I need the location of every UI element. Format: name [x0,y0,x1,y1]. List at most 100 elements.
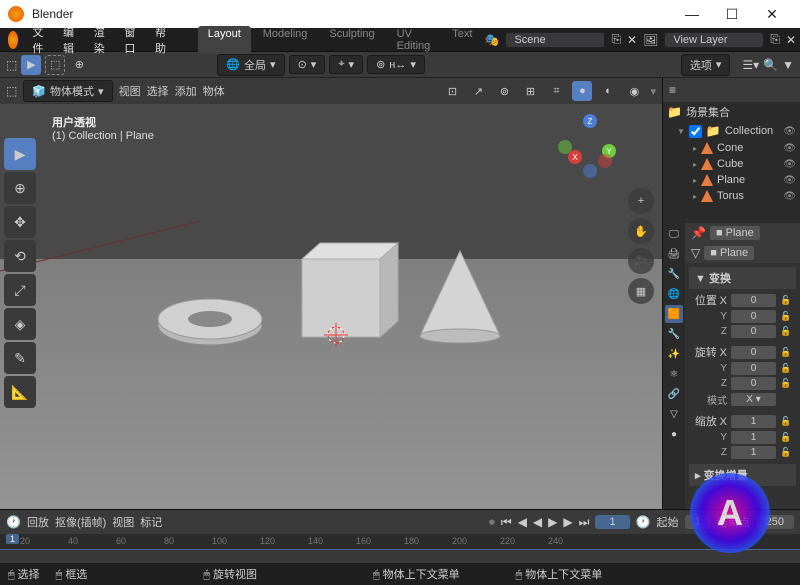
scene-collection-row[interactable]: 📁 场景集合 [663,102,800,122]
scene-selector[interactable]: Scene [505,32,605,48]
select-tool-icon[interactable]: ⬚ [45,55,65,75]
maximize-button[interactable]: ☐ [712,0,752,28]
viewlayer-selector[interactable]: View Layer [664,32,764,48]
clock-icon[interactable]: 🕐 [636,515,651,529]
ptab-scene[interactable]: 🔧 [665,265,683,283]
pan-button[interactable]: ✋ [628,218,654,244]
overlay-toggle-icon[interactable]: ⊚ [494,81,514,101]
editor-type-3d-icon[interactable]: ⬚ [6,84,17,98]
pivot-dropdown[interactable]: ⊙▾ [289,55,326,74]
shading-wireframe-icon[interactable]: ⌗ [546,81,566,101]
lock-icon[interactable]: 🔓 [780,416,792,427]
perspective-button[interactable]: ▦ [628,278,654,304]
menu-render[interactable]: 渲染 [86,22,115,58]
collection-row[interactable]: ▼ 📁 Collection 👁 [663,122,800,140]
lock-icon[interactable]: 🔓 [780,447,792,458]
shading-solid-icon[interactable]: ● [572,81,592,101]
active-object-chip[interactable]: ■ Plane [710,226,760,240]
outliner-item[interactable]: ▸Cube👁 [663,156,800,172]
transform-section-header[interactable]: ▼ 变换 [689,267,796,289]
axis-neg-x[interactable] [598,154,612,168]
menu-select[interactable]: 选择 [147,83,169,99]
outliner-item[interactable]: ▸Torus👁 [663,188,800,204]
visibility-toggle[interactable]: 👁 [783,175,796,186]
axis-z[interactable]: Z [583,114,597,128]
layer-icon[interactable]: 🖼 [643,33,658,47]
playhead[interactable]: 1 [6,534,19,544]
tab-text[interactable]: Text [442,26,482,54]
3d-viewport[interactable]: ⬚ 🧊物体模式▾ 视图 选择 添加 物体 ⊡ ↗ ⊚ ⊞ ⌗ ● ◐ ◉ ▾ ▶… [0,78,662,509]
scale-tool[interactable]: ⤢ [4,274,36,306]
visibility-toggle[interactable]: 👁 [783,191,796,202]
timeline-track[interactable] [0,550,800,564]
select-visible-icon[interactable]: ⊡ [442,81,462,101]
menu-help[interactable]: 帮助 [147,22,176,58]
lock-icon[interactable]: 🔓 [780,378,792,389]
ptab-particles[interactable]: ✨ [665,345,683,363]
move-tool[interactable]: ✥ [4,206,36,238]
mode-dropdown[interactable]: 🧊物体模式▾ [23,80,112,102]
axis-neg-z[interactable] [583,164,597,178]
menu-view[interactable]: 视图 [119,83,141,99]
ptab-modifiers[interactable]: 🔧 [665,325,683,343]
menu-add[interactable]: 添加 [175,83,197,99]
axis-x[interactable]: X [568,150,582,164]
scene-delete-icon[interactable]: ✕ [627,33,637,47]
pin-icon[interactable]: 📌 [691,226,706,240]
tl-playback[interactable]: 回放 [27,514,49,530]
play-icon[interactable]: ▶ [548,515,557,529]
orientation-dropdown[interactable]: 🌐全局▾ [217,54,284,76]
ptab-data[interactable]: ▽ [665,405,683,423]
tl-keying[interactable]: 抠像(插帧) [55,514,106,530]
lock-icon[interactable]: 🔓 [780,311,792,322]
loc-z-field[interactable]: 0 [731,325,776,338]
nav-gizmo[interactable]: Z X Y [558,114,622,178]
expand-icon[interactable]: ▸ [693,176,697,185]
scale-x-field[interactable]: 1 [731,415,776,428]
outliner-item[interactable]: ▸Plane👁 [663,172,800,188]
axis-neg-y[interactable] [558,140,572,154]
visibility-toggle[interactable]: 👁 [783,126,796,137]
funnel-icon[interactable]: ▼ [782,58,794,72]
zoom-button[interactable]: + [628,188,654,214]
lock-icon[interactable]: 🔓 [780,326,792,337]
menu-edit[interactable]: 编辑 [55,22,84,58]
expand-icon[interactable]: ▸ [693,160,697,169]
ptab-physics[interactable]: ⚛ [665,365,683,383]
transform-tool[interactable]: ◈ [4,308,36,340]
shading-rendered-icon[interactable]: ◉ [624,81,644,101]
outliner[interactable]: ≡ 📁 场景集合 ▼ 📁 Collection 👁 ▸Cone👁▸Cube👁▸P… [663,78,800,223]
menu-file[interactable]: 文件 [24,22,53,58]
xray-toggle-icon[interactable]: ⊞ [520,81,540,101]
annotate-tool-icon[interactable]: ⊕ [69,55,89,75]
ptab-render[interactable]: 🖵 [665,225,683,243]
loc-y-field[interactable]: 0 [731,310,776,323]
filter-icon[interactable]: ☰▾ [742,58,759,72]
scene-new-icon[interactable]: ⎘ [611,32,621,47]
browse-scene-icon[interactable]: 🎭 [484,33,499,47]
cursor-tool[interactable]: ⊕ [4,172,36,204]
timeline-ruler[interactable]: 1 20406080100120140160180200220240 [0,534,800,550]
loc-x-field[interactable]: 0 [731,294,776,307]
jump-next-icon[interactable]: ▶ [563,515,572,529]
snap-dropdown[interactable]: ⌖▾ [329,55,363,74]
minimize-button[interactable]: — [672,0,712,28]
tab-layout[interactable]: Layout [198,26,251,54]
jump-prev-icon[interactable]: ◀ [518,515,527,529]
camera-view-button[interactable]: 🎥 [628,248,654,274]
ptab-world[interactable]: 🌐 [665,285,683,303]
ptab-output[interactable]: 🖨 [665,245,683,263]
rotate-tool[interactable]: ⟲ [4,240,36,272]
props-breadcrumb[interactable]: 📌 ■ Plane [685,223,800,243]
expand-icon[interactable]: ▸ [693,192,697,201]
scale-y-field[interactable]: 1 [731,431,776,444]
lock-icon[interactable]: 🔓 [780,347,792,358]
tab-sculpting[interactable]: Sculpting [319,26,384,54]
options-dropdown[interactable]: 选项▾ [681,54,731,76]
rot-y-field[interactable]: 0 [731,362,776,375]
visibility-toggle[interactable]: 👁 [783,143,796,154]
annotate-tool[interactable]: ✎ [4,342,36,374]
cursor-tool-icon[interactable]: ▶ [21,55,41,75]
props-breadcrumb-2[interactable]: ▽ ■ Plane [685,243,800,263]
tab-uv-editing[interactable]: UV Editing [387,26,441,54]
